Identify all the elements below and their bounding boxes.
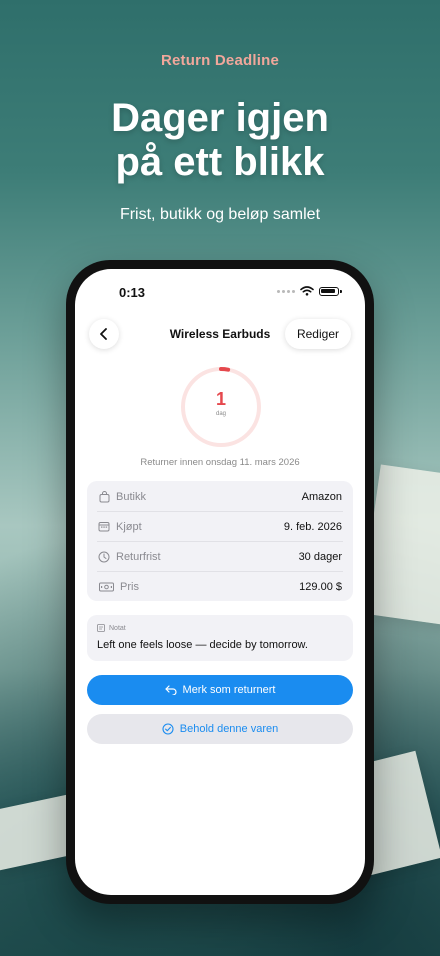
- detail-row-deadline: Returfrist 30 dager: [87, 542, 353, 571]
- detail-row-store: Butikk Amazon: [87, 482, 353, 511]
- detail-value: 30 dager: [298, 550, 342, 563]
- detail-label: Returfrist: [116, 550, 161, 563]
- status-bar: 0:13: [75, 269, 365, 313]
- detail-label: Kjøpt: [116, 520, 142, 533]
- detail-label: Butikk: [116, 490, 146, 503]
- countdown-ring: 1 dag: [179, 365, 263, 449]
- detail-value: 9. feb. 2026: [283, 520, 342, 533]
- keep-item-label: Behold denne varen: [179, 723, 279, 735]
- app-name-eyebrow: Return Deadline: [160, 52, 280, 69]
- bag-icon: [98, 490, 110, 503]
- details-card: Butikk Amazon Kjøpt 9. feb. 2026 Returfr…: [87, 481, 353, 601]
- headline-line-1: Dager igjen: [111, 96, 329, 140]
- detail-value: Amazon: [301, 490, 342, 503]
- hero-subline: Frist, butikk og beløp samlet: [119, 206, 321, 223]
- detail-row-price: Pris 129.00 $: [87, 572, 353, 601]
- days-left-value: 1: [215, 389, 226, 409]
- deadline-caption: Returner innen onsdag 11. mars 2026: [140, 457, 300, 468]
- wifi-icon: [300, 286, 314, 296]
- check-badge-icon: [162, 723, 174, 735]
- keep-item-button[interactable]: Behold denne varen: [87, 714, 353, 744]
- hero-headline: Dager igjen på ett blikk: [0, 96, 440, 184]
- status-icons: [277, 286, 342, 296]
- cellular-dots-icon: [277, 289, 295, 293]
- note-icon: [97, 624, 105, 632]
- clock-icon: [98, 551, 110, 563]
- detail-row-purchased: Kjøpt 9. feb. 2026: [87, 512, 353, 541]
- note-header: Notat: [97, 624, 126, 632]
- days-left-unit: dag: [215, 411, 226, 417]
- phone-frame: 0:13 Wireless Earbuds Rediger 1 dag Retu…: [66, 260, 374, 904]
- note-label: Notat: [109, 624, 126, 632]
- detail-label: Pris: [120, 580, 139, 593]
- note-text: Left one feels loose — decide by tomorro…: [97, 639, 308, 651]
- note-card[interactable]: Notat Left one feels loose — decide by t…: [87, 615, 353, 661]
- detail-value: 129.00 $: [299, 580, 342, 593]
- calendar-icon: [98, 521, 110, 533]
- phone-screen: 0:13 Wireless Earbuds Rediger 1 dag Retu…: [75, 269, 365, 895]
- status-time: 0:13: [119, 285, 146, 300]
- return-arrow-icon: [164, 685, 177, 695]
- battery-icon: [319, 286, 342, 296]
- banknote-icon: [98, 581, 114, 593]
- edit-button[interactable]: Rediger: [284, 319, 351, 349]
- mark-returned-button[interactable]: Merk som returnert: [87, 675, 353, 705]
- headline-line-2: på ett blikk: [115, 140, 325, 184]
- mark-returned-label: Merk som returnert: [182, 684, 276, 696]
- nav-bar: Wireless Earbuds Rediger: [75, 313, 365, 357]
